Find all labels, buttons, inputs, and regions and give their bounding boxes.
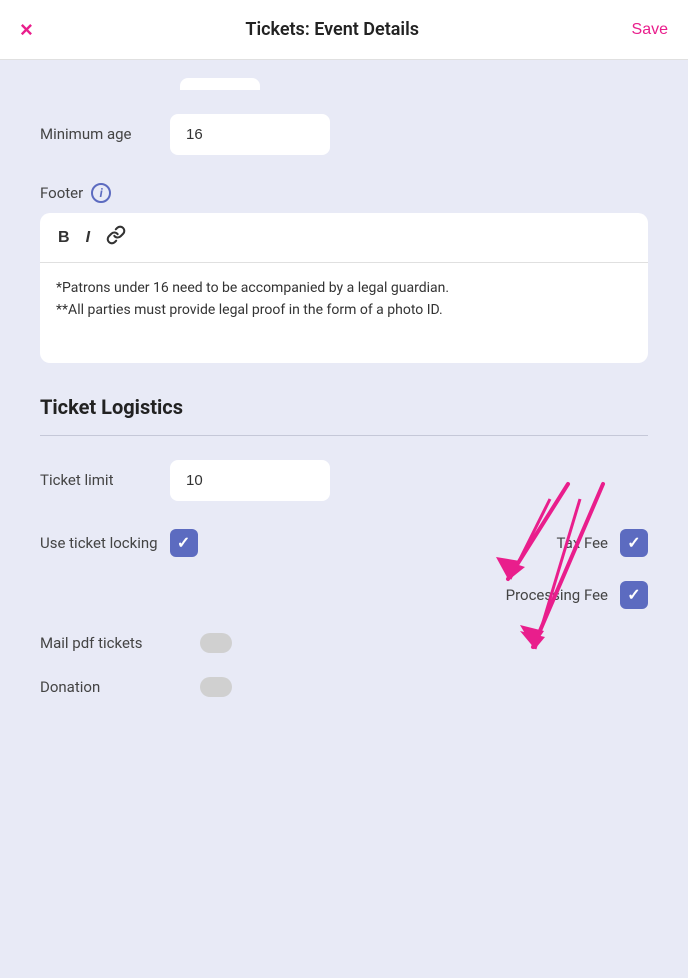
donation-label: Donation — [40, 678, 200, 696]
close-button[interactable]: × — [20, 17, 33, 43]
minimum-age-row: Minimum age — [40, 114, 648, 155]
link-icon — [106, 225, 126, 245]
link-button[interactable] — [102, 223, 130, 252]
processing-fee-label: Processing Fee — [506, 586, 608, 604]
bold-button[interactable]: B — [54, 227, 74, 249]
mail-pdf-row: Mail pdf tickets — [40, 633, 648, 653]
donation-row: Donation — [40, 677, 648, 697]
mail-pdf-label: Mail pdf tickets — [40, 634, 200, 652]
processing-fee-row: Processing Fee ✓ — [40, 581, 648, 609]
use-ticket-locking-label: Use ticket locking — [40, 534, 158, 552]
tax-fee-checkbox[interactable]: ✓ — [620, 529, 648, 557]
donation-checkbox[interactable] — [200, 677, 232, 697]
main-content: Minimum age Footer i B I — [0, 90, 688, 745]
ticket-limit-input[interactable] — [170, 460, 330, 501]
editor-toolbar: B I — [40, 213, 648, 263]
processing-fee-checkbox[interactable]: ✓ — [620, 581, 648, 609]
rich-text-editor: B I *Patrons under 16 need to be accompa… — [40, 213, 648, 363]
tab-bar — [0, 60, 688, 90]
header: × Tickets: Event Details Save — [0, 0, 688, 60]
info-icon[interactable]: i — [91, 183, 111, 203]
footer-line2: **All parties must provide legal proof i… — [56, 299, 632, 321]
footer-line1: *Patrons under 16 need to be accompanied… — [56, 277, 632, 299]
processing-fee-right: Processing Fee ✓ — [344, 581, 648, 609]
italic-button[interactable]: I — [82, 227, 94, 249]
editor-content[interactable]: *Patrons under 16 need to be accompanied… — [40, 263, 648, 363]
page-title: Tickets: Event Details — [245, 19, 419, 40]
tax-fee-label: Tax Fee — [557, 534, 609, 552]
taxfee-right: Tax Fee ✓ — [344, 529, 648, 557]
locking-left: Use ticket locking ✓ — [40, 529, 344, 557]
footer-section: Footer i B I *Patrons under 16 need to b… — [40, 183, 648, 363]
minimum-age-label: Minimum age — [40, 125, 170, 145]
use-ticket-locking-checkbox[interactable]: ✓ — [170, 529, 198, 557]
ticket-limit-label: Ticket limit — [40, 471, 170, 491]
minimum-age-input[interactable] — [170, 114, 330, 155]
footer-label-row: Footer i — [40, 183, 648, 203]
section-divider — [40, 435, 648, 436]
footer-label: Footer — [40, 184, 83, 202]
ticket-logistics-section: Ticket Logistics Ticket limit — [40, 395, 648, 697]
save-button[interactable]: Save — [632, 21, 668, 39]
ticket-logistics-heading: Ticket Logistics — [40, 395, 648, 419]
ticket-limit-row: Ticket limit — [40, 460, 648, 501]
row-locking-taxfee: Use ticket locking ✓ Tax Fee ✓ — [40, 529, 648, 557]
mail-pdf-checkbox[interactable] — [200, 633, 232, 653]
locking-taxfee-row: Use ticket locking ✓ Tax Fee ✓ — [40, 529, 648, 557]
active-tab[interactable] — [180, 78, 260, 90]
